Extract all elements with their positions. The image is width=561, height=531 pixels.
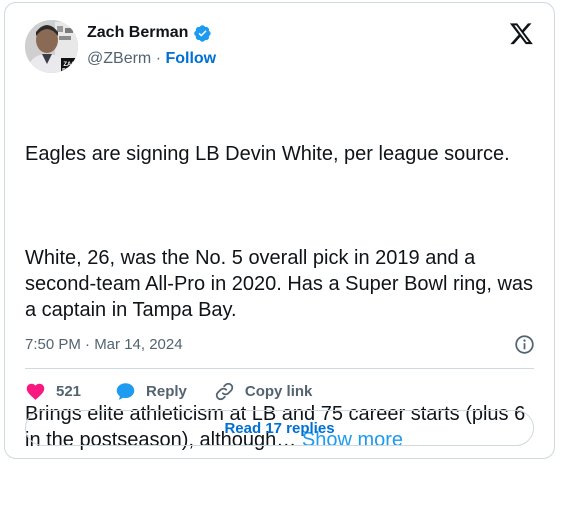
follow-button[interactable]: Follow [165, 50, 216, 67]
reply-button[interactable]: Reply [115, 381, 187, 402]
tweet-text: Eagles are signing LB Devin White, per l… [25, 89, 535, 531]
like-button[interactable]: 521 [25, 381, 81, 402]
copy-link-button[interactable]: Copy link [214, 381, 313, 402]
heart-icon [25, 381, 46, 402]
like-count: 521 [56, 382, 82, 400]
tweet-timestamp[interactable]: 7:50 PM · Mar 14, 2024 [25, 335, 183, 355]
copy-link-label: Copy link [244, 382, 313, 400]
svg-text:BERM: BERM [62, 68, 77, 73]
tweet-paragraph-2: White, 26, was the No. 5 overall pick in… [25, 247, 539, 321]
speech-bubble-icon [115, 381, 136, 402]
divider [25, 368, 534, 369]
author-display-name[interactable]: Zach Berman [87, 23, 188, 43]
link-icon [214, 381, 235, 402]
avatar[interactable]: ZAC BERM [25, 20, 78, 73]
info-icon[interactable] [514, 334, 535, 355]
avatar-image: ZAC BERM [25, 20, 78, 73]
action-bar: 521 Reply Copy link [25, 377, 312, 405]
handle-separator: · [151, 50, 166, 67]
verified-badge-icon [193, 24, 212, 43]
author-handle-row: @ZBerm · Follow [87, 49, 216, 69]
author-handle[interactable]: @ZBerm [87, 50, 151, 67]
tweet-paragraph-1: Eagles are signing LB Devin White, per l… [25, 143, 510, 165]
read-replies-button[interactable]: Read 17 replies [25, 410, 534, 446]
author-name-row: Zach Berman [87, 23, 212, 43]
x-logo-icon[interactable] [509, 21, 534, 46]
tweet-card[interactable]: ZAC BERM Zach Berman @ZBerm · Follow Eag… [4, 2, 555, 459]
reply-label: Reply [146, 382, 187, 400]
